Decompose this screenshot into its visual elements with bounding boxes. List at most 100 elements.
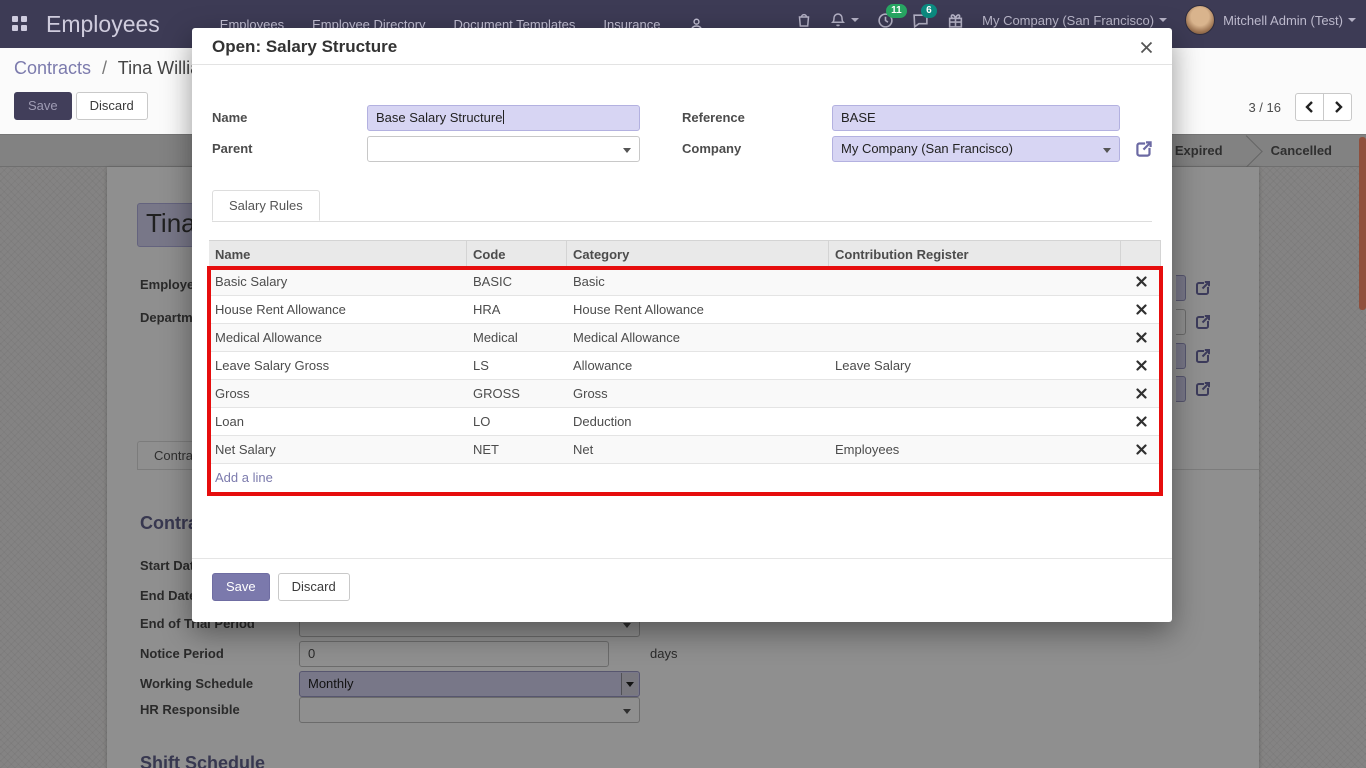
- company-name: My Company (San Francisco): [982, 13, 1154, 28]
- modal-title: Open: Salary Structure: [212, 28, 397, 65]
- bag-icon[interactable]: [796, 12, 812, 28]
- delete-cell: [1121, 268, 1161, 295]
- cell-name: Basic Salary: [209, 268, 467, 295]
- cell-category: House Rent Allowance: [567, 296, 829, 323]
- salary-structure-modal: Open: Salary Structure Name Base Salary …: [192, 28, 1172, 622]
- external-link-icon[interactable]: [1133, 138, 1155, 163]
- reference-input[interactable]: BASE: [832, 105, 1120, 131]
- scrollbar-thumb[interactable]: [1359, 137, 1366, 310]
- parent-label: Parent: [212, 136, 252, 162]
- cell-code: Medical: [467, 324, 567, 351]
- tab-salary-rules[interactable]: Salary Rules: [212, 190, 320, 221]
- breadcrumb-separator: /: [102, 58, 107, 78]
- name-label: Name: [212, 105, 247, 131]
- cell-contribution-register: [829, 408, 1121, 435]
- salary-rule-row-net-salary[interactable]: Net SalaryNETNetEmployees: [209, 436, 1161, 464]
- salary-rule-row-basic-salary[interactable]: Basic SalaryBASICBasic: [209, 268, 1161, 296]
- discard-button[interactable]: Discard: [76, 92, 148, 120]
- pager-next-button[interactable]: [1323, 93, 1352, 121]
- bell-icon[interactable]: [830, 12, 859, 28]
- salary-rule-row-medical-allowance[interactable]: Medical AllowanceMedicalMedical Allowanc…: [209, 324, 1161, 352]
- salary-rule-row-gross[interactable]: GrossGROSSGross: [209, 380, 1161, 408]
- cell-code: GROSS: [467, 380, 567, 407]
- column-header-category[interactable]: Category: [567, 241, 829, 267]
- control-panel-buttons: Save Discard: [14, 92, 148, 120]
- save-button[interactable]: Save: [14, 92, 72, 120]
- avatar: [1185, 5, 1215, 35]
- user-name: Mitchell Admin (Test): [1223, 13, 1343, 28]
- cell-category: Deduction: [567, 408, 829, 435]
- cell-category: Net: [567, 436, 829, 463]
- chevron-down-icon: [851, 18, 859, 22]
- message-count-badge: 6: [921, 4, 937, 18]
- column-header-delete: [1121, 241, 1161, 267]
- cell-category: Basic: [567, 268, 829, 295]
- salary-rule-row-leave-salary-gross[interactable]: Leave Salary GrossLSAllowanceLeave Salar…: [209, 352, 1161, 380]
- parent-combobox[interactable]: [367, 136, 640, 162]
- pager: 3 / 16: [1248, 93, 1352, 121]
- cell-category: Medical Allowance: [567, 324, 829, 351]
- cell-name: Leave Salary Gross: [209, 352, 467, 379]
- delete-row-icon[interactable]: [1136, 444, 1147, 455]
- cell-contribution-register: Leave Salary: [829, 352, 1121, 379]
- pager-value: 3 / 16: [1248, 100, 1281, 115]
- delete-row-icon[interactable]: [1136, 416, 1147, 427]
- chevron-down-icon: [1103, 148, 1111, 153]
- cell-name: House Rent Allowance: [209, 296, 467, 323]
- delete-row-icon[interactable]: [1136, 388, 1147, 399]
- delete-cell: [1121, 352, 1161, 379]
- breadcrumb-link-contracts[interactable]: Contracts: [14, 58, 91, 78]
- app-title[interactable]: Employees: [46, 11, 160, 38]
- delete-cell: [1121, 408, 1161, 435]
- clock-icon[interactable]: 11: [877, 12, 894, 29]
- name-input[interactable]: Base Salary Structure: [367, 105, 640, 131]
- cell-category: Gross: [567, 380, 829, 407]
- delete-cell: [1121, 296, 1161, 323]
- column-header-name[interactable]: Name: [209, 241, 467, 267]
- chat-icon[interactable]: 6: [912, 12, 929, 29]
- user-menu[interactable]: Mitchell Admin (Test): [1185, 5, 1356, 35]
- company-switcher[interactable]: My Company (San Francisco): [982, 13, 1167, 28]
- modal-save-button[interactable]: Save: [212, 573, 270, 601]
- close-icon[interactable]: [1136, 37, 1156, 57]
- modal-tab-strip-line: [212, 221, 1152, 222]
- pager-previous-button[interactable]: [1295, 93, 1324, 121]
- column-header-contribution-register[interactable]: Contribution Register: [829, 241, 1121, 267]
- delete-row-icon[interactable]: [1136, 304, 1147, 315]
- modal-footer: Save Discard: [212, 573, 350, 601]
- cell-category: Allowance: [567, 352, 829, 379]
- salary-rules-table: Name Code Category Contribution Register…: [209, 240, 1161, 492]
- cell-name: Loan: [209, 408, 467, 435]
- cell-code: LS: [467, 352, 567, 379]
- modal-footer-divider: [192, 558, 1172, 559]
- cell-contribution-register: Employees: [829, 436, 1121, 463]
- cell-contribution-register: [829, 296, 1121, 323]
- cell-code: BASIC: [467, 268, 567, 295]
- company-label: Company: [682, 136, 741, 162]
- apps-grid-icon[interactable]: [12, 16, 28, 32]
- company-combobox[interactable]: My Company (San Francisco): [832, 136, 1120, 162]
- cell-contribution-register: [829, 324, 1121, 351]
- gift-icon[interactable]: [947, 12, 964, 29]
- cell-code: LO: [467, 408, 567, 435]
- activity-count-badge: 11: [886, 4, 907, 18]
- screen: Employees EmployeesEmployee DirectoryDoc…: [0, 0, 1366, 768]
- delete-cell: [1121, 380, 1161, 407]
- cell-contribution-register: [829, 380, 1121, 407]
- add-a-line-link[interactable]: Add a line: [209, 464, 1161, 492]
- delete-row-icon[interactable]: [1136, 360, 1147, 371]
- chevron-down-icon: [623, 148, 631, 153]
- column-header-code[interactable]: Code: [467, 241, 567, 267]
- chevron-down-icon: [1159, 18, 1167, 22]
- delete-row-icon[interactable]: [1136, 276, 1147, 287]
- cell-name: Gross: [209, 380, 467, 407]
- cell-contribution-register: [829, 268, 1121, 295]
- reference-label: Reference: [682, 105, 745, 131]
- delete-cell: [1121, 324, 1161, 351]
- salary-rule-row-house-rent-allowance[interactable]: House Rent AllowanceHRAHouse Rent Allowa…: [209, 296, 1161, 324]
- modal-discard-button[interactable]: Discard: [278, 573, 350, 601]
- delete-row-icon[interactable]: [1136, 332, 1147, 343]
- cell-code: NET: [467, 436, 567, 463]
- cell-name: Medical Allowance: [209, 324, 467, 351]
- salary-rule-row-loan[interactable]: LoanLODeduction: [209, 408, 1161, 436]
